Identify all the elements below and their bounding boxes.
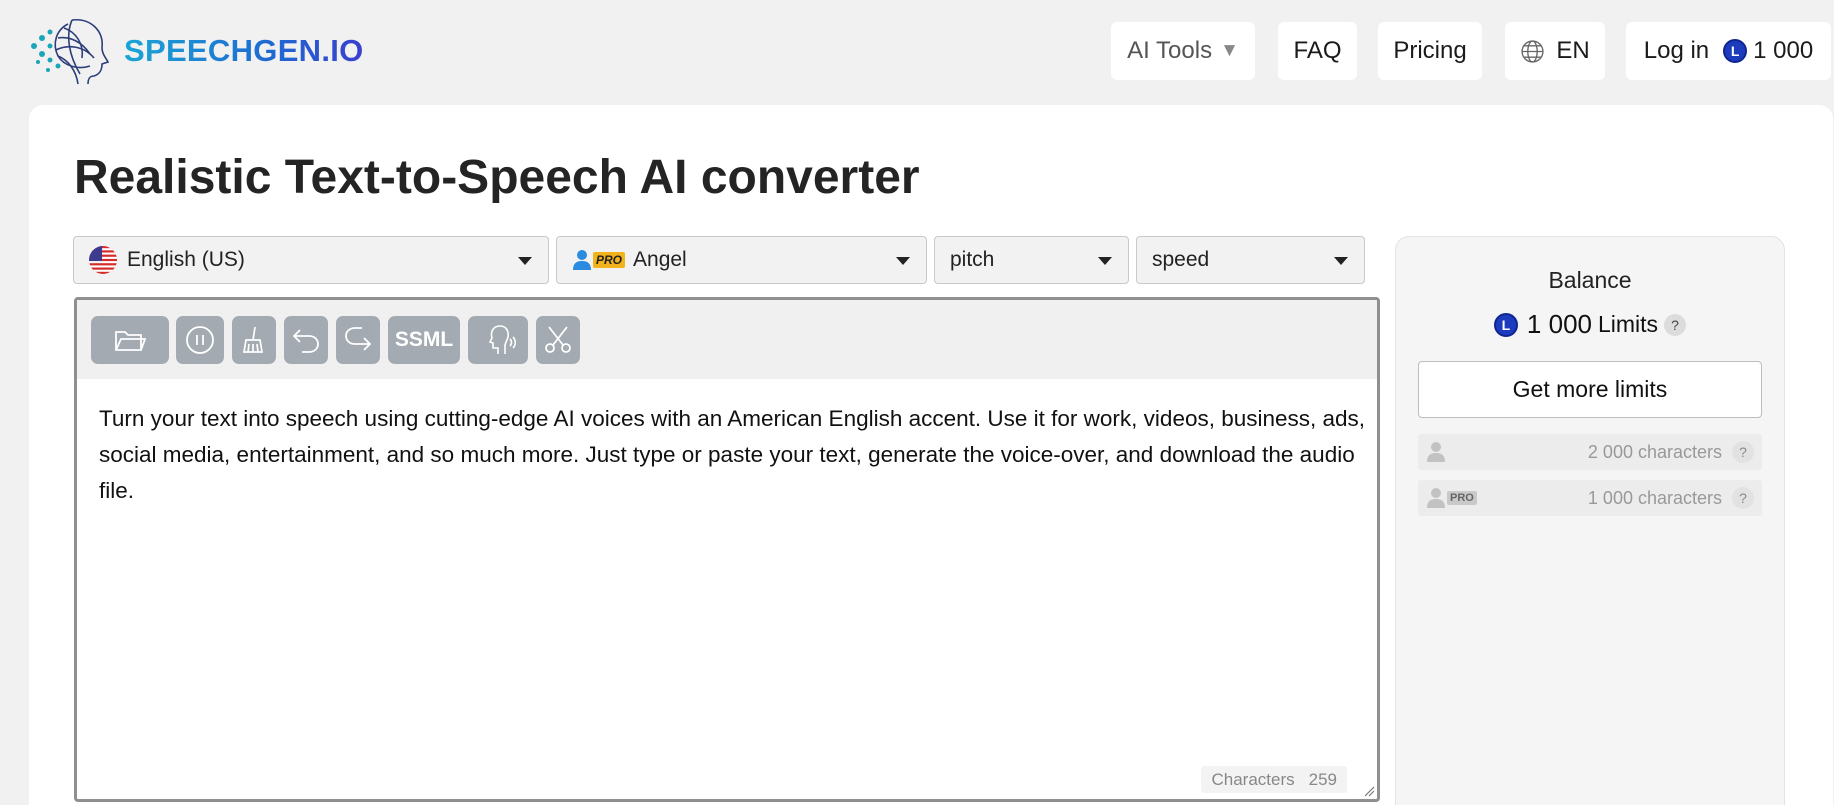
page-title: Realistic Text-to-Speech AI converter	[74, 151, 920, 204]
header-balance: 1 000	[1753, 37, 1814, 64]
language-label: EN	[1556, 37, 1590, 64]
undo-button[interactable]	[284, 316, 328, 364]
editor-content[interactable]: Turn your text into speech using cutting…	[99, 401, 1369, 509]
broom-icon	[242, 326, 264, 353]
globe-icon	[1521, 39, 1544, 63]
dropdown-arrow-icon	[1098, 257, 1112, 265]
limits-coin-icon: L	[1723, 39, 1748, 63]
balance-amount: 1 000	[1526, 309, 1592, 339]
user-pro-icon: PRO	[1426, 487, 1477, 509]
logo[interactable]: SPEECHGEN.IO	[28, 14, 364, 88]
balance-panel: Balance L 1 000 Limits ? Get more limits…	[1395, 236, 1785, 805]
open-file-button[interactable]	[91, 316, 169, 364]
character-counter: Characters 259	[1201, 766, 1347, 793]
limit-row-pro: PRO 1 000 characters ?	[1418, 480, 1762, 516]
resize-handle-icon[interactable]	[1363, 785, 1375, 797]
clear-button[interactable]	[232, 316, 276, 364]
voice-value: Angel	[633, 248, 687, 271]
user-pro-icon: PRO	[572, 249, 626, 271]
limit-row-free: 2 000 characters ?	[1418, 434, 1762, 470]
language-switcher[interactable]: EN	[1505, 22, 1605, 80]
undo-icon	[292, 329, 319, 353]
voice-select[interactable]: PRO Angel	[556, 236, 927, 284]
faq-link[interactable]: FAQ	[1278, 22, 1357, 80]
limit-text: 1 000 characters	[1587, 487, 1722, 508]
text-editor[interactable]: SSML Turn your text into speech using cu…	[74, 297, 1380, 802]
pro-badge: PRO	[1447, 491, 1477, 505]
voice-preview-button[interactable]	[468, 316, 528, 364]
redo-button[interactable]	[336, 316, 380, 364]
us-flag-icon	[89, 246, 117, 274]
character-count-label: Characters	[1211, 769, 1295, 789]
caret-down-icon: ▼	[1220, 40, 1239, 61]
language-value: English (US)	[127, 248, 245, 271]
ai-tools-label: AI Tools	[1127, 37, 1213, 64]
speed-select[interactable]: speed	[1136, 236, 1365, 284]
user-icon	[1426, 441, 1446, 463]
character-count-value: 259	[1308, 769, 1337, 789]
balance-title: Balance	[1548, 267, 1632, 293]
limit-text: 2 000 characters	[1587, 441, 1722, 462]
pro-badge: PRO	[593, 252, 626, 268]
pitch-select[interactable]: pitch	[934, 236, 1129, 284]
ai-tools-menu[interactable]: AI Tools ▼	[1111, 22, 1255, 80]
dropdown-arrow-icon	[896, 257, 910, 265]
pause-icon	[186, 326, 214, 354]
pricing-link[interactable]: Pricing	[1378, 22, 1482, 80]
scissors-icon	[545, 326, 571, 353]
dropdown-arrow-icon	[518, 257, 532, 265]
ssml-button[interactable]: SSML	[388, 316, 460, 364]
get-more-limits-button[interactable]: Get more limits	[1418, 361, 1762, 418]
login-button[interactable]: Log in L 1 000	[1626, 22, 1831, 80]
balance-unit: Limits	[1598, 311, 1659, 337]
help-icon[interactable]: ?	[1732, 441, 1754, 463]
limits-coin-icon: L	[1493, 312, 1518, 337]
editor-toolbar: SSML	[77, 300, 1377, 379]
logo-head-icon	[31, 19, 110, 85]
cut-button[interactable]	[536, 316, 580, 364]
help-icon[interactable]: ?	[1732, 487, 1754, 509]
pitch-value: pitch	[950, 248, 995, 271]
speaking-head-icon	[488, 325, 517, 354]
speed-value: speed	[1152, 248, 1210, 271]
login-label: Log in	[1643, 37, 1710, 64]
dropdown-arrow-icon	[1334, 257, 1348, 265]
help-icon[interactable]: ?	[1664, 313, 1687, 336]
balance-amount-row: L 1 000 Limits ?	[1396, 309, 1784, 340]
pause-button[interactable]	[176, 316, 224, 364]
language-select[interactable]: English (US)	[73, 236, 549, 284]
redo-icon	[345, 327, 372, 351]
logo-text: SPEECHGEN.IO	[124, 33, 364, 68]
folder-icon	[115, 331, 147, 351]
